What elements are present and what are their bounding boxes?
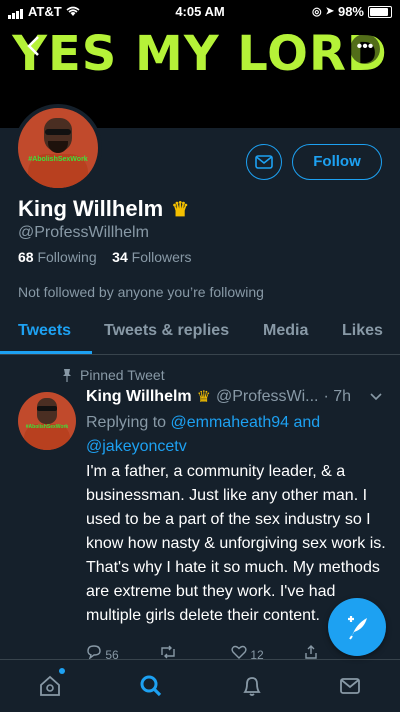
tweet-avatar-hashtag: #AbolishSexWork — [25, 424, 69, 430]
tweet-author-name[interactable]: King Willhelm — [86, 388, 192, 406]
tab-likes[interactable]: Likes — [342, 322, 383, 340]
banner-text: YES MY LORD — [12, 26, 388, 82]
pin-icon — [63, 369, 71, 382]
retweet-icon — [160, 645, 175, 659]
status-bar: AT&T 4:05 AM ◎ ➤ 98% — [0, 0, 400, 22]
following-count: 68 — [18, 249, 34, 265]
profile-stats: 68 Following 34 Followers — [18, 249, 192, 265]
messages-icon — [340, 678, 360, 694]
chevron-down-icon — [370, 393, 382, 401]
crown-icon: ♛ — [196, 389, 211, 406]
nav-messages[interactable] — [336, 672, 364, 700]
location-icon: ➤ — [325, 6, 334, 17]
following-link[interactable]: 68 Following — [18, 249, 97, 265]
bottom-navigation — [0, 659, 400, 712]
nav-home[interactable] — [36, 672, 64, 700]
tab-tweets-replies[interactable]: Tweets & replies — [104, 322, 229, 340]
profile-tabs: Tweets Tweets & replies Media Likes — [0, 318, 400, 355]
nav-search[interactable] — [137, 672, 165, 700]
home-icon — [40, 675, 60, 696]
tweet-header: King Willhelm ♛ @ProfessWi... · 7h — [86, 387, 386, 407]
search-icon — [140, 675, 162, 697]
not-followed-text: Not followed by anyone you’re following — [18, 284, 264, 300]
followers-link[interactable]: 34 Followers — [112, 249, 191, 265]
back-button[interactable] — [26, 34, 54, 62]
replying-to: Replying to @emmaheath94 and @jakeyoncet… — [86, 411, 386, 459]
battery-icon — [368, 5, 392, 18]
replying-to-label: Replying to — [86, 414, 167, 431]
avatar-hashtag: #AbolishSexWork — [28, 156, 88, 163]
and-label: and — [293, 414, 321, 431]
share-icon — [304, 645, 317, 659]
like-icon — [231, 645, 247, 659]
follow-button[interactable]: Follow — [292, 144, 382, 180]
mail-icon — [255, 155, 273, 169]
rotation-lock-icon: ◎ — [311, 6, 322, 18]
tab-media[interactable]: Media — [263, 322, 308, 340]
home-notification-dot — [59, 668, 65, 674]
mention-link[interactable]: @emmaheath94 — [171, 414, 290, 431]
pinned-label: Pinned Tweet — [80, 367, 165, 383]
profile-name-row: King Willhelm ♛ — [18, 196, 189, 222]
compose-icon — [348, 616, 367, 640]
nav-notifications[interactable] — [238, 672, 266, 700]
mention-link[interactable]: @jakeyoncetv — [86, 438, 187, 455]
compose-tweet-button[interactable] — [328, 598, 386, 656]
crown-icon: ♛ — [171, 198, 190, 221]
profile-avatar[interactable]: #AbolishSexWork — [14, 104, 102, 192]
profile-handle: @ProfessWillhelm — [18, 224, 149, 241]
followers-count: 34 — [112, 249, 128, 265]
tab-tweets[interactable]: Tweets — [18, 322, 71, 340]
battery-percent: 98% — [337, 4, 364, 19]
notifications-icon — [243, 677, 261, 696]
tweet-time: · 7h — [323, 388, 352, 405]
tweet-avatar[interactable]: #AbolishSexWork — [18, 392, 76, 450]
message-button[interactable] — [246, 144, 282, 180]
tweet-menu-button[interactable] — [370, 388, 382, 404]
followers-label: Followers — [131, 249, 192, 265]
back-icon — [27, 36, 39, 56]
profile-name: King Willhelm — [18, 196, 164, 221]
reply-icon — [87, 645, 101, 660]
more-icon: ••• — [356, 38, 374, 55]
tweet-author-handle[interactable]: @ProfessWi... — [216, 388, 318, 406]
active-tab-indicator — [0, 351, 92, 354]
pinned-label-row: Pinned Tweet — [62, 367, 165, 383]
more-options-button[interactable]: ••• — [350, 34, 380, 64]
following-label: Following — [37, 249, 97, 265]
